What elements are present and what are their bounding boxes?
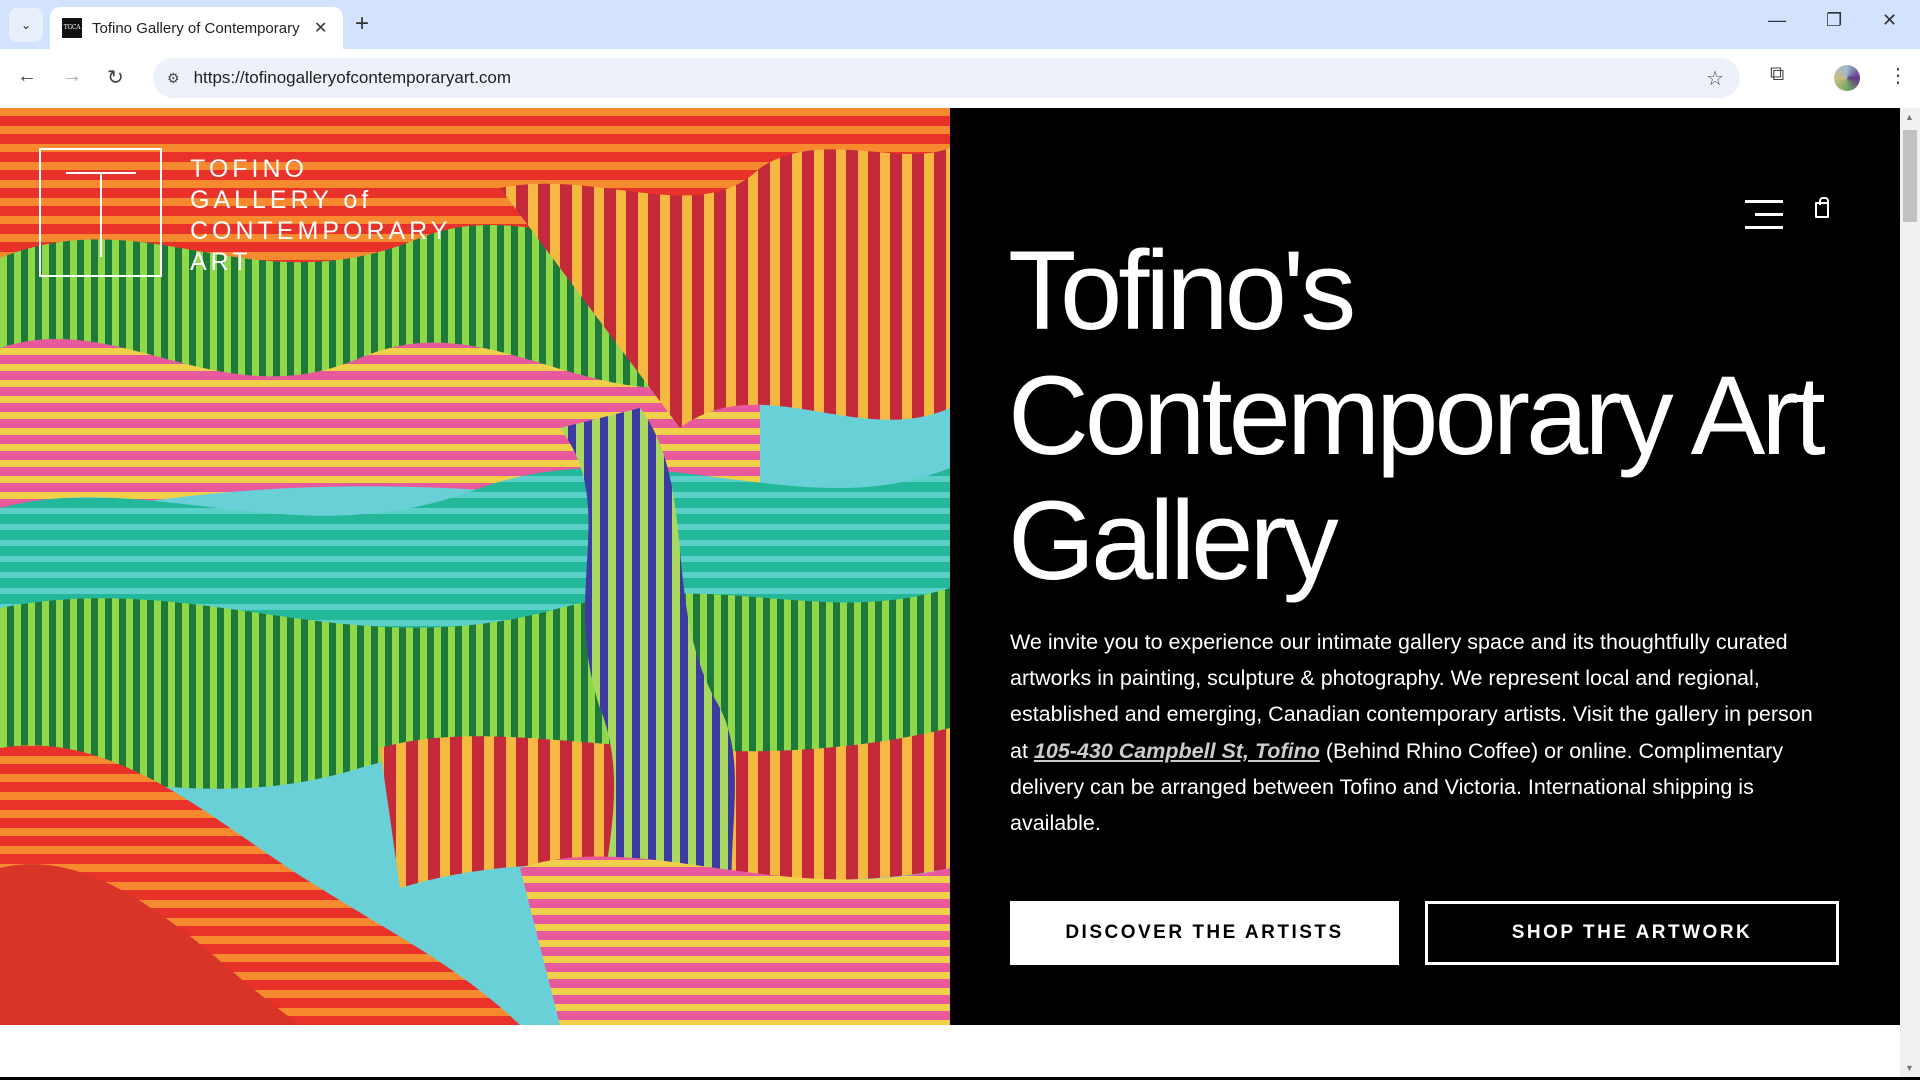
headline-line: Contemporary Art [1008,353,1826,478]
bookmark-star-icon[interactable]: ☆ [1706,66,1724,91]
more-menu-icon[interactable]: ⋮ [1888,63,1908,88]
close-tab-icon[interactable]: ✕ [314,18,327,38]
restore-icon[interactable]: ❐ [1826,10,1842,31]
hero-artwork-image: TOFINO GALLERY of CONTEMPORARY ART [0,108,950,1025]
scrollbar-thumb[interactable] [1903,130,1917,222]
address-link[interactable]: 105-430 Campbell St, Tofino [1034,739,1320,763]
profile-avatar[interactable] [1834,65,1860,91]
tab-search-button[interactable]: ⌄ [9,8,43,42]
reload-icon[interactable]: ↻ [107,65,124,90]
shopping-bag-icon[interactable] [1815,197,1829,218]
scrollbar[interactable]: ▲ ▼ [1900,108,1920,1080]
hero-section: TOFINO GALLERY of CONTEMPORARY ART Tofin… [0,108,1900,1025]
minimize-icon[interactable]: — [1768,10,1786,31]
discover-artists-button[interactable]: DISCOVER THE ARTISTS [1010,901,1399,965]
logo-line: CONTEMPORARY [190,217,452,245]
headline-line: Tofino's [1008,228,1356,353]
browser-toolbar: ← → ↻ ⚙ https://tofinogalleryofcontempor… [0,49,1920,108]
hamburger-menu-icon[interactable] [1745,200,1783,230]
favicon-icon: TGCA [62,18,82,38]
extensions-icon[interactable]: ⧉ [1770,63,1784,86]
site-info-icon[interactable]: ⚙ [167,70,180,87]
close-window-icon[interactable]: ✕ [1882,10,1897,31]
tab-bar: ⌄ TGCA Tofino Gallery of Contemporary Ar… [0,0,1920,49]
intro-paragraph: We invite you to experience our intimate… [1010,624,1830,841]
headline-line: Gallery [1008,478,1339,603]
shop-artwork-button[interactable]: SHOP THE ARTWORK [1425,901,1839,965]
scroll-down-icon[interactable]: ▼ [1905,1063,1914,1073]
chevron-down-icon: ⌄ [20,18,32,32]
logo-mark[interactable] [39,148,162,277]
logo-text[interactable]: TOFINO GALLERY of CONTEMPORARY ART [190,154,451,278]
new-tab-button[interactable]: + [355,10,369,38]
url-text[interactable]: https://tofinogalleryofcontemporaryart.c… [194,68,511,88]
scroll-up-icon[interactable]: ▲ [1905,112,1914,122]
tab-title: Tofino Gallery of Contemporary Art [92,19,302,37]
logo-line: TOFINO [190,155,308,183]
logo-line: ART [190,248,252,276]
back-icon[interactable]: ← [17,65,37,88]
logo-line: GALLERY of [190,186,373,214]
forward-icon[interactable]: → [62,65,82,88]
browser-tab[interactable]: TGCA Tofino Gallery of Contemporary Art … [50,7,343,49]
page-title: Tofino's Contemporary Art Gallery [1008,228,1826,603]
address-bar[interactable]: ⚙ https://tofinogalleryofcontemporaryart… [153,58,1740,98]
